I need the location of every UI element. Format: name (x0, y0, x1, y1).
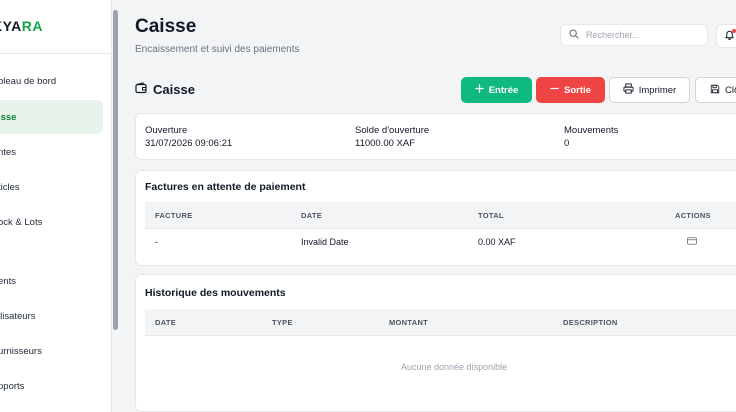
print-button-label: Imprimer (638, 84, 677, 96)
notifications-button[interactable] (716, 24, 736, 48)
column-header-total: TOTAL (478, 211, 504, 220)
sortie-button-label: Sortie (564, 84, 591, 96)
minus-icon (550, 84, 559, 96)
sidebar-collapsed-marker: │ (0, 248, 3, 258)
pending-table-header: FACTURE DATE TOTAL ACTIONS (145, 202, 736, 229)
sidebar-item-label: ntes (0, 146, 16, 158)
sidebar-item-label: ilisateurs (0, 310, 36, 322)
wallet-icon (135, 82, 147, 97)
sidebar-item-caisse[interactable]: isse (0, 100, 103, 134)
notification-dot (732, 29, 736, 33)
save-icon (710, 84, 720, 97)
sidebar-item-utilisateurs[interactable]: ilisateurs (0, 299, 103, 333)
sidebar-item-fournisseurs[interactable]: urnisseurs (0, 334, 103, 368)
entree-button-label: Entrée (488, 84, 519, 96)
sidebar-item-label: pports (0, 380, 25, 392)
search-box[interactable] (560, 24, 708, 46)
page-subtitle: Encaissement et suivi des paiements (135, 44, 300, 55)
sidebar-item-label: bleau de bord (0, 75, 57, 87)
column-header-description: DESCRIPTION (563, 318, 618, 327)
ouverture-value: 31/07/2026 09:06:21 (145, 138, 233, 149)
sidebar-item-label: isse (0, 111, 17, 123)
column-header-type: TYPE (272, 318, 293, 327)
print-button[interactable]: Imprimer (609, 77, 690, 103)
cell-total: 0.00 XAF (478, 237, 516, 247)
solde-label: Solde d'ouverture (355, 125, 430, 136)
search-icon (569, 26, 579, 44)
sidebar-item-label: ents (0, 275, 16, 287)
column-header-date: DATE (155, 318, 177, 327)
sidebar-item-tableau-de-bord[interactable]: bleau de bord (0, 64, 103, 98)
printer-icon (623, 83, 634, 97)
mouvements-label: Mouvements (564, 125, 619, 136)
search-input[interactable] (584, 29, 698, 41)
close-register-button-label: Clô (725, 84, 736, 96)
column-header-actions: ACTIONS (675, 211, 711, 220)
sidebar-divider (0, 53, 111, 54)
pending-invoices-title: Factures en attente de paiement (145, 181, 306, 193)
close-register-button[interactable]: Clô (695, 77, 736, 103)
mouvements-value: 0 (564, 138, 570, 149)
sidebar-item-label: urnisseurs (0, 345, 42, 357)
sidebar-item-label: ticles (0, 181, 20, 193)
empty-state-text: Aucune donnée disponible (401, 362, 508, 372)
pay-invoice-button[interactable] (687, 237, 697, 247)
sidebar-item-stock-lots[interactable]: ock & Lots (0, 205, 103, 239)
column-header-facture: FACTURE (155, 211, 193, 220)
sortie-button[interactable]: Sortie (536, 77, 605, 103)
movements-history-card: Historique des mouvements DATE TYPE MONT… (135, 274, 736, 412)
page-title: Caisse (135, 16, 197, 37)
pending-invoices-card: Factures en attente de paiement FACTURE … (135, 170, 736, 266)
cell-facture: - (155, 237, 158, 247)
logo-text: KYA (0, 18, 22, 34)
logo-accent-text: RA (21, 18, 44, 34)
history-table-header: DATE TYPE MONTANT DESCRIPTION (145, 309, 736, 336)
sidebar-scrollbar-thumb[interactable] (113, 10, 118, 330)
ouverture-label: Ouverture (145, 125, 188, 136)
solde-value: 11000.00 XAF (355, 138, 416, 149)
column-header-date: DATE (301, 211, 323, 220)
sidebar-item-articles[interactable]: ticles (0, 170, 103, 204)
sidebar: KYARA bleau de bord isse ntes ticles ock… (0, 0, 112, 412)
cell-date: Invalid Date (301, 237, 349, 247)
movements-history-title: Historique des mouvements (145, 287, 286, 299)
section-title-label: Caisse (153, 82, 195, 97)
sidebar-item-clients[interactable]: ents (0, 264, 103, 298)
entree-button[interactable]: Entrée (461, 77, 532, 103)
register-summary-card: Ouverture 31/07/2026 09:06:21 Solde d'ou… (135, 113, 736, 160)
credit-card-icon (687, 237, 697, 247)
app-logo[interactable]: KYARA (0, 18, 43, 34)
section-title: Caisse (135, 82, 195, 97)
sidebar-item-ventes[interactable]: ntes (0, 135, 103, 169)
column-header-montant: MONTANT (389, 318, 429, 327)
plus-icon (474, 84, 484, 96)
sidebar-item-label: ock & Lots (0, 216, 43, 228)
sidebar-item-rapports[interactable]: pports (0, 369, 103, 403)
